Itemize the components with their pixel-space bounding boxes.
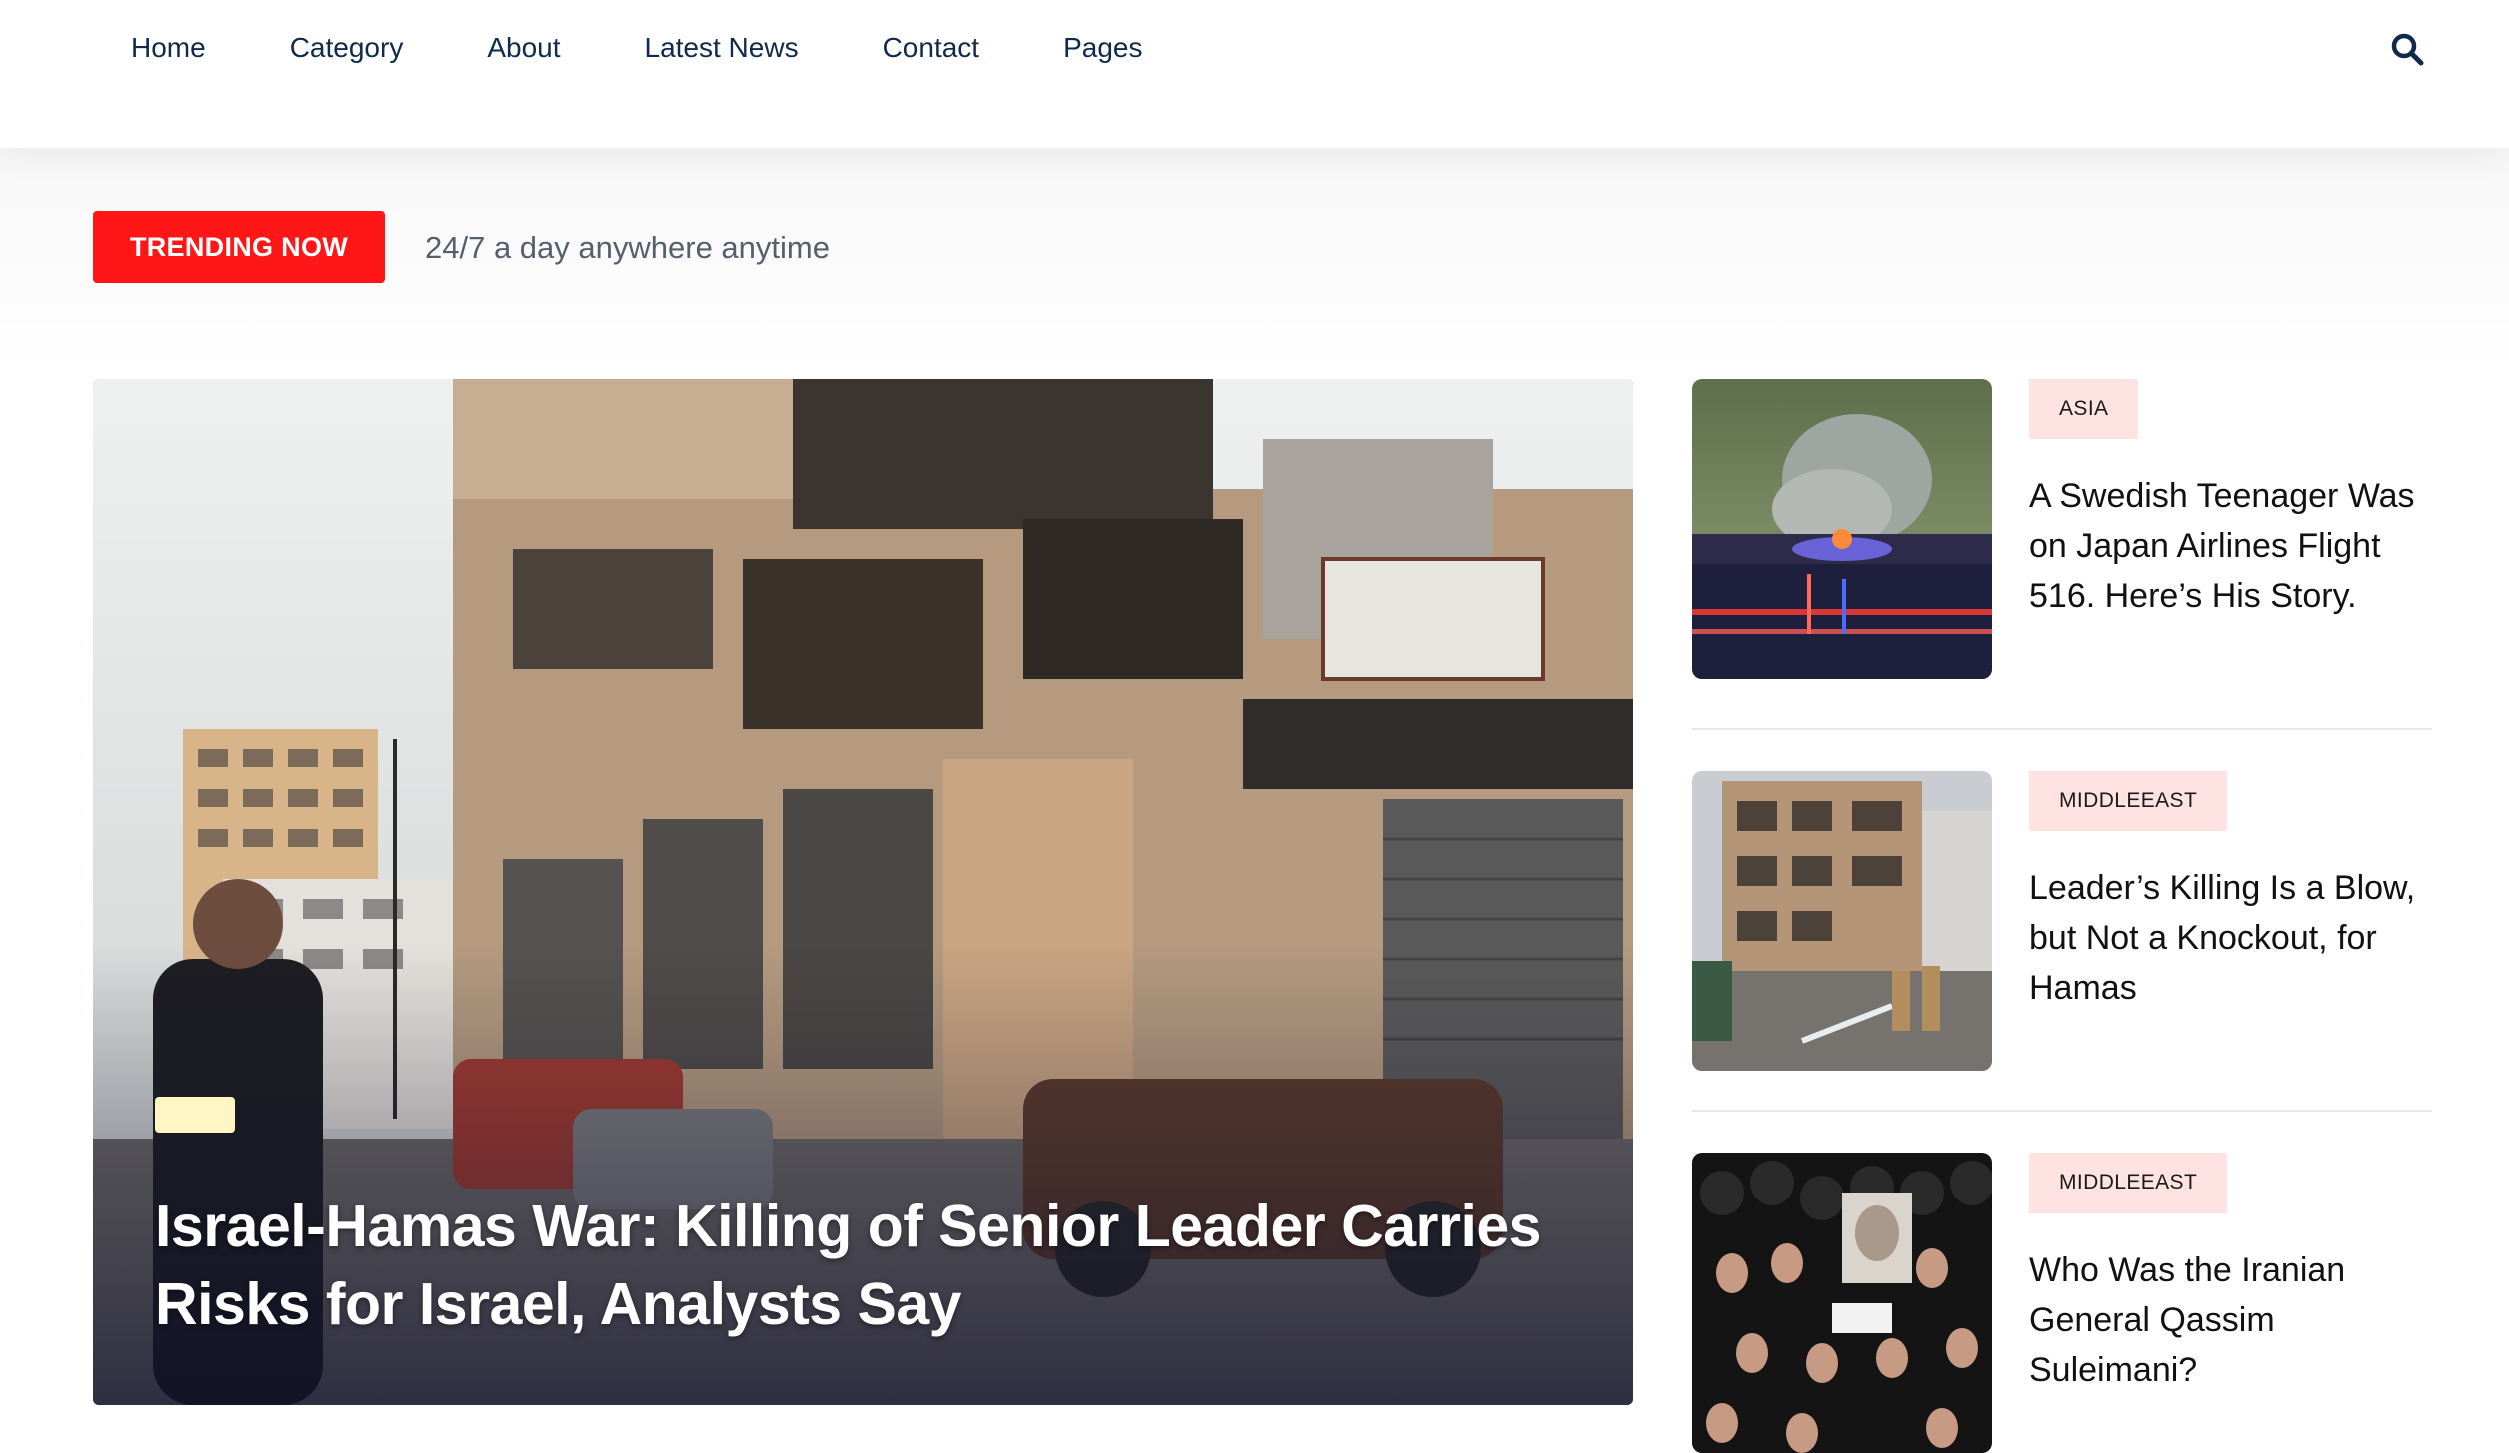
post-category-badge[interactable]: MIDDLEEAST	[2029, 771, 2228, 831]
main-nav: Home Category About Latest News Contact …	[131, 30, 1226, 66]
sidebar-post: MIDDLEEAST Leader’s Killing Is a Blow, b…	[1692, 771, 2432, 1071]
site-header: Home Category About Latest News Contact …	[0, 0, 2509, 148]
search-icon[interactable]	[2390, 32, 2424, 66]
nav-category[interactable]: Category	[290, 30, 404, 66]
nav-contact[interactable]: Contact	[883, 30, 980, 66]
post-title[interactable]: Leader’s Killing Is a Blow, but Not a Kn…	[2029, 863, 2439, 1013]
nav-about[interactable]: About	[487, 30, 560, 66]
sidebar-post: MIDDLEEAST Who Was the Iranian General Q…	[1692, 1153, 2432, 1453]
post-category-badge[interactable]: ASIA	[2029, 379, 2139, 439]
post-divider	[1692, 728, 2432, 730]
hero-title[interactable]: Israel-Hamas War: Killing of Senior Lead…	[155, 1187, 1555, 1343]
post-thumbnail[interactable]	[1692, 1153, 1992, 1453]
post-category-badge[interactable]: MIDDLEEAST	[2029, 1153, 2228, 1213]
post-thumbnail[interactable]	[1692, 771, 1992, 1071]
sidebar-post: ASIA A Swedish Teenager Was on Japan Air…	[1692, 379, 2432, 679]
post-thumbnail[interactable]	[1692, 379, 1992, 679]
post-title[interactable]: A Swedish Teenager Was on Japan Airlines…	[2029, 471, 2439, 621]
nav-pages[interactable]: Pages	[1063, 30, 1142, 66]
trending-now-button[interactable]: TRENDING NOW	[93, 211, 385, 283]
post-divider	[1692, 1110, 2432, 1112]
hero-category-badge[interactable]	[155, 1097, 235, 1133]
nav-latest-news[interactable]: Latest News	[645, 30, 799, 66]
trending-ticker-text: 24/7 a day anywhere anytime	[425, 230, 830, 265]
nav-home[interactable]: Home	[131, 30, 206, 66]
hero-article[interactable]: Israel-Hamas War: Killing of Senior Lead…	[93, 379, 1633, 1405]
post-title[interactable]: Who Was the Iranian General Qassim Sulei…	[2029, 1245, 2439, 1395]
